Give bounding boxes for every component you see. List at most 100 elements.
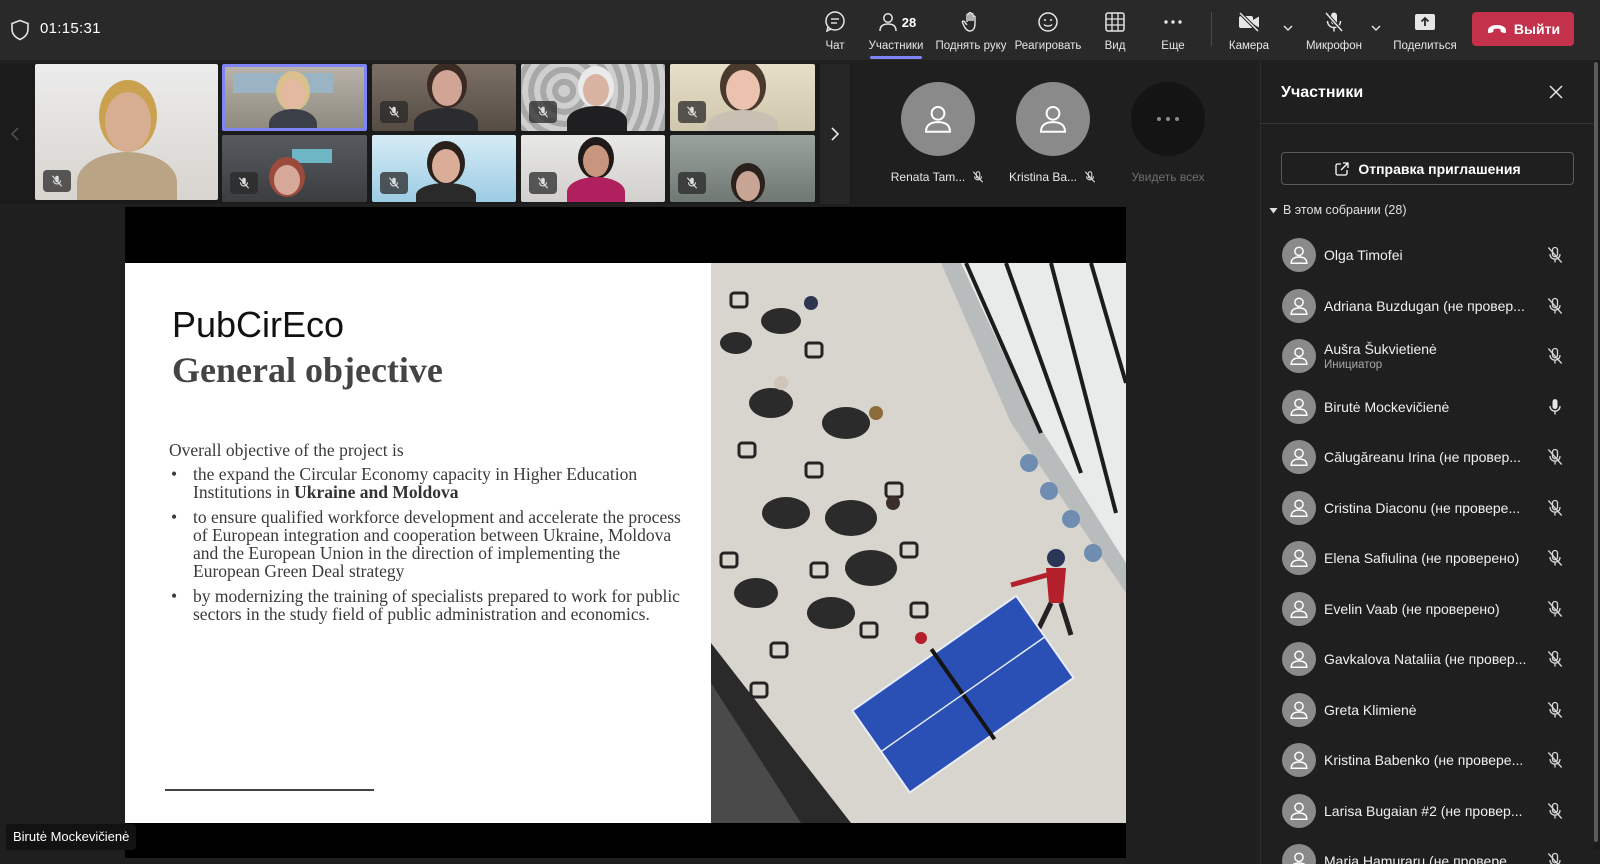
person-icon	[1290, 398, 1308, 416]
mic-off-icon	[1547, 852, 1561, 864]
participant-row[interactable]: Kristina Babenko (не провере...	[1261, 735, 1595, 786]
avatar-tile[interactable]: Kristina Ba...	[998, 82, 1108, 184]
raise-hand-button[interactable]: Поднять руку	[934, 6, 1008, 56]
mic-off-icon	[678, 172, 706, 194]
gallery-next-button[interactable]	[820, 64, 850, 204]
close-icon[interactable]	[1547, 83, 1565, 101]
cafeteria-photo	[711, 263, 1126, 823]
mic-off-icon	[529, 172, 557, 194]
person-icon	[1290, 499, 1308, 517]
participant-row[interactable]: Călugăreanu Irina (не провер...	[1261, 432, 1595, 483]
participant-row[interactable]: Maria Hamuraru (не провере...	[1261, 836, 1595, 864]
mic-off-icon	[529, 101, 557, 123]
participant-name: Gavkalova Nataliia (не провер...	[1324, 651, 1527, 668]
mic-options-chevron-icon[interactable]	[1370, 22, 1382, 34]
participants-label: Участники	[868, 40, 924, 52]
slide-divider-line	[165, 789, 374, 791]
video-tile[interactable]	[222, 135, 367, 202]
participant-name: Olga Timofei	[1324, 247, 1403, 264]
participants-panel: Участники Отправка приглашения В этом со…	[1260, 60, 1595, 864]
hand-icon	[961, 11, 976, 32]
camera-off-icon	[1238, 11, 1260, 33]
mic-off-icon	[1547, 347, 1563, 364]
gallery-prev-button[interactable]	[0, 64, 30, 204]
mic-off-icon	[1547, 297, 1563, 314]
person-icon	[1039, 105, 1067, 133]
participant-row[interactable]: Adriana Buzdugan (не провер...	[1261, 281, 1595, 332]
participants-count: 28	[901, 14, 917, 30]
mic-off-icon	[1547, 751, 1563, 768]
participant-row[interactable]: Aušra Šukvietienė Инициатор	[1261, 331, 1595, 382]
participant-row[interactable]: Elena Safiulina (не проверено)	[1261, 533, 1595, 584]
smiley-icon	[1038, 12, 1058, 32]
mic-off-icon	[973, 171, 984, 183]
in-meeting-section-toggle[interactable]: В этом собрании (28)	[1269, 203, 1407, 217]
video-tile[interactable]	[521, 64, 665, 131]
video-tile[interactable]	[372, 64, 516, 131]
participant-row[interactable]: Greta Klimienė	[1261, 685, 1595, 736]
video-tile-active-speaker[interactable]	[222, 64, 367, 131]
react-button[interactable]: Реагировать	[1015, 6, 1081, 56]
slide-bullet: by modernizing the training of specialis…	[169, 587, 689, 623]
participant-name: Călugăreanu Irina (не провер...	[1324, 449, 1521, 466]
mic-off-icon	[1547, 246, 1563, 263]
participant-row[interactable]: Olga Timofei	[1261, 230, 1595, 281]
slide-body: Overall objective of the project is the …	[169, 441, 689, 630]
microphone-button[interactable]: Микрофон	[1304, 6, 1364, 56]
video-tile[interactable]	[372, 135, 516, 202]
share-button[interactable]: Поделиться	[1393, 6, 1457, 56]
video-tile[interactable]	[670, 64, 815, 131]
more-icon	[1157, 117, 1179, 121]
leave-button[interactable]: Выйти	[1472, 12, 1574, 46]
share-link-icon	[1335, 161, 1349, 176]
participant-name: Adriana Buzdugan (не провер...	[1324, 297, 1525, 314]
avatar	[1282, 844, 1316, 864]
see-all-label: Увидеть всех	[1131, 170, 1205, 184]
more-button[interactable]: Еще	[1156, 6, 1190, 56]
presenter-name-tag: Birutė Mockevičienė	[6, 824, 137, 850]
video-tile[interactable]	[35, 64, 218, 200]
camera-options-chevron-icon[interactable]	[1282, 22, 1294, 34]
in-meeting-section-label: В этом собрании (28)	[1283, 203, 1407, 217]
camera-button[interactable]: Камера	[1226, 6, 1272, 56]
video-tile[interactable]	[670, 135, 815, 202]
mic-off-icon	[1547, 802, 1563, 819]
send-invitation-button[interactable]: Отправка приглашения	[1281, 152, 1574, 185]
participant-row[interactable]: Larisa Bugaian #2 (не провер...	[1261, 786, 1595, 837]
avatar	[1282, 238, 1316, 273]
participant-name: Aušra Šukvietienė	[1324, 341, 1437, 358]
avatar-tile[interactable]: Renata Tam...	[883, 82, 993, 184]
share-label: Поделиться	[1393, 40, 1457, 52]
chevron-left-icon	[10, 127, 19, 141]
video-tile[interactable]	[521, 135, 665, 202]
panel-scrollbar[interactable]	[1594, 62, 1598, 842]
send-invitation-label: Отправка приглашения	[1358, 160, 1521, 177]
participant-row[interactable]: Evelin Vaab (не проверено)	[1261, 584, 1595, 635]
mic-on-icon	[1549, 398, 1561, 414]
participant-row[interactable]: Birutė Mockevičienė	[1261, 382, 1595, 433]
see-all-button[interactable]: Увидеть всех	[1113, 82, 1223, 184]
avatar-name: Kristina Ba...	[1008, 170, 1078, 184]
mic-off-icon	[380, 101, 408, 123]
slide-bullet: the expand the Circular Economy capacity…	[169, 465, 689, 501]
person-icon	[1290, 549, 1308, 568]
mic-off-icon	[1547, 600, 1563, 617]
avatar	[1282, 793, 1316, 828]
participants-button[interactable]: 28 Участники	[866, 6, 926, 59]
view-button[interactable]: Вид	[1100, 6, 1130, 56]
participant-row[interactable]: Gavkalova Nataliia (не провер...	[1261, 634, 1595, 685]
mic-off-icon	[230, 172, 258, 194]
slide-subtitle: General objective	[172, 350, 443, 390]
avatar	[1282, 692, 1316, 727]
avatar	[1282, 591, 1316, 626]
slide-bullet: to ensure qualified workforce developmen…	[169, 508, 689, 580]
avatar	[1282, 743, 1316, 778]
participant-row[interactable]: Cristina Diaconu (не провере...	[1261, 483, 1595, 534]
chevron-right-icon	[831, 127, 840, 141]
chat-button[interactable]: Чат	[815, 6, 855, 56]
shared-screen: PubCirEco General objective Overall obje…	[125, 207, 1126, 858]
slide-bullet-list: the expand the Circular Economy capacity…	[169, 465, 689, 623]
chat-icon	[825, 11, 845, 33]
mic-off-icon	[1547, 650, 1563, 667]
avatar-name: Renata Tam...	[890, 170, 966, 184]
